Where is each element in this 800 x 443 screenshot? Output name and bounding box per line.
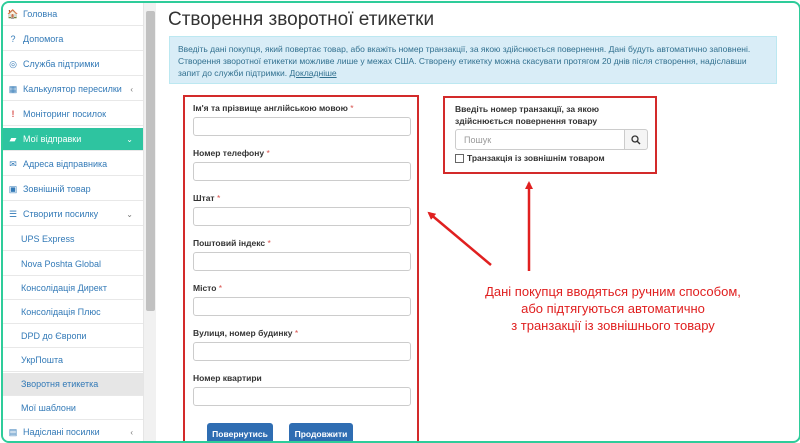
annotation-arrows bbox=[427, 181, 533, 271]
app-window: 🏠 Головна ? Допомога ◎ Служба підтримки … bbox=[1, 1, 800, 443]
annotation-line-2: або підтягуються автоматично bbox=[521, 301, 705, 316]
arrow-to-form bbox=[427, 211, 492, 266]
annotation-line-1: Дані покупця вводяться ручним способом, bbox=[485, 284, 741, 299]
annotation-line-3: з транзакції із зовнішнього товару bbox=[511, 318, 715, 333]
annotation-text: Дані покупця вводяться ручним способом, … bbox=[473, 283, 753, 334]
